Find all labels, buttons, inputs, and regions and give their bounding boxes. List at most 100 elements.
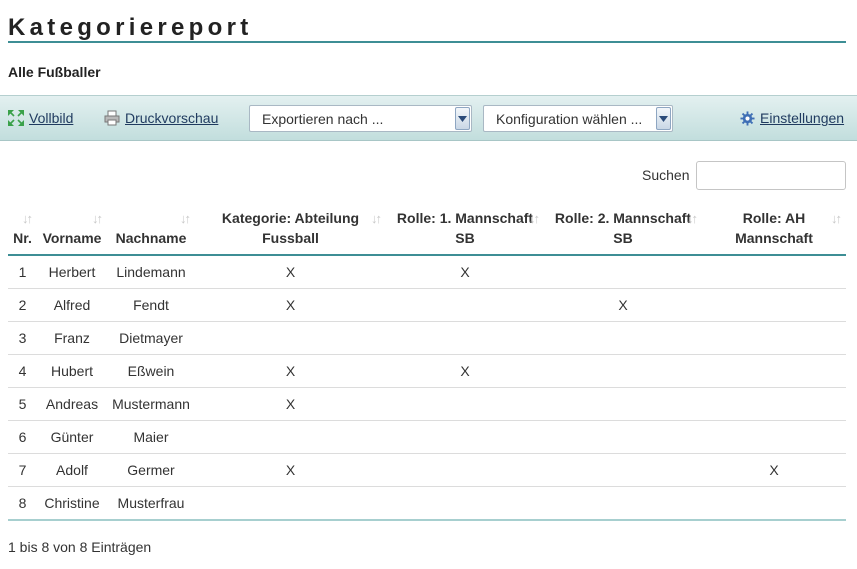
cell-nr: 3 [8, 321, 37, 355]
cell-rolle-ah [702, 420, 846, 454]
cell-rolle-1 [386, 387, 544, 421]
table-info: 1 bis 8 von 8 Einträgen [8, 539, 152, 555]
expand-arrows-icon [8, 110, 24, 126]
cell-nachname: Eßwein [107, 354, 195, 388]
column-header-rolle-ah-mannschaft[interactable]: ↓↑ Rolle: AH Mannschaft [702, 204, 846, 256]
cell-rolle-ah [702, 255, 846, 289]
cell-vorname: Adolf [37, 453, 107, 487]
table-row: 6 Günter Maier [8, 420, 846, 454]
column-header-rolle-1-mannschaft[interactable]: ↓↑ Rolle: 1. Mannschaft SB [386, 204, 544, 256]
cell-nr: 1 [8, 255, 37, 289]
search-input[interactable] [696, 161, 846, 190]
cell-rolle-1 [386, 288, 544, 322]
cell-kategorie: X [195, 288, 386, 322]
cell-kategorie [195, 321, 386, 355]
cell-nr: 8 [8, 486, 37, 521]
sort-arrows-icon: ↓↑ [529, 211, 540, 226]
config-select-value: Konfiguration wählen ... [496, 110, 643, 127]
cell-nachname: Mustermann [107, 387, 195, 421]
table-row: 1 Herbert Lindemann X X [8, 255, 846, 289]
cell-rolle-ah: X [702, 453, 846, 487]
column-header-nachname[interactable]: ↓↑ Nachname [107, 204, 195, 256]
fullscreen-link[interactable]: Vollbild [8, 109, 73, 127]
cell-rolle-2 [544, 486, 702, 521]
cell-rolle-ah [702, 288, 846, 322]
cell-rolle-2 [544, 354, 702, 388]
cell-rolle-2: X [544, 288, 702, 322]
cell-vorname: Hubert [37, 354, 107, 388]
chevron-down-icon[interactable] [656, 107, 671, 130]
cell-rolle-2 [544, 453, 702, 487]
cell-nachname: Dietmayer [107, 321, 195, 355]
cell-nachname: Lindemann [107, 255, 195, 289]
print-preview-link[interactable]: Druckvorschau [104, 109, 218, 127]
column-header-rolle-2-mannschaft[interactable]: ↓↑ Rolle: 2. Mannschaft SB [544, 204, 702, 256]
cell-rolle-1 [386, 420, 544, 454]
cell-rolle-1 [386, 486, 544, 521]
gear-icon [740, 110, 755, 126]
cell-vorname: Christine [37, 486, 107, 521]
table-row: 4 Hubert Eßwein X X [8, 354, 846, 388]
page-title: Kategoriereport [8, 14, 253, 41]
cell-vorname: Herbert [37, 255, 107, 289]
cell-rolle-1 [386, 453, 544, 487]
settings-label: Einstellungen [760, 110, 845, 126]
table-row: 8 Christine Musterfrau [8, 486, 846, 521]
cell-rolle-ah [702, 387, 846, 421]
cell-kategorie: X [195, 387, 386, 421]
toolbar: Vollbild Druckvorschau Exportieren nach … [0, 95, 857, 141]
table-header-row: ↓↑ Nr. ↓↑ Vorname ↓↑ Nachname ↓↑ Kategorie: … [8, 204, 846, 256]
table-row: 2 Alfred Fendt X X [8, 288, 846, 322]
sort-arrows-icon: ↓↑ [92, 211, 103, 226]
sort-arrows-icon: ↓↑ [371, 211, 382, 226]
cell-nachname: Musterfrau [107, 486, 195, 521]
settings-link[interactable]: Einstellungen [740, 109, 844, 127]
sort-arrows-icon: ↓↑ [831, 211, 842, 226]
column-header-nr[interactable]: ↓↑ Nr. [8, 204, 37, 256]
cell-rolle-ah [702, 486, 846, 521]
cell-rolle-2 [544, 387, 702, 421]
table-row: 7 Adolf Germer X X [8, 453, 846, 487]
search-label: Suchen [642, 167, 690, 183]
cell-nr: 2 [8, 288, 37, 322]
table-row: 5 Andreas Mustermann X [8, 387, 846, 421]
cell-vorname: Franz [37, 321, 107, 355]
cell-nachname: Fendt [107, 288, 195, 322]
print-preview-label: Druckvorschau [125, 110, 219, 126]
cell-kategorie [195, 486, 386, 521]
cell-nr: 6 [8, 420, 37, 454]
cell-nr: 5 [8, 387, 37, 421]
cell-rolle-1: X [386, 255, 544, 289]
sort-arrows-icon: ↓↑ [687, 211, 698, 226]
cell-nachname: Maier [107, 420, 195, 454]
cell-kategorie: X [195, 255, 386, 289]
cell-rolle-1: X [386, 354, 544, 388]
cell-rolle-2 [544, 321, 702, 355]
chevron-down-icon[interactable] [455, 107, 470, 130]
column-header-vorname[interactable]: ↓↑ Vorname [37, 204, 107, 256]
cell-rolle-ah [702, 321, 846, 355]
table-row: 3 Franz Dietmayer [8, 321, 846, 355]
printer-icon [104, 110, 120, 126]
cell-rolle-ah [702, 354, 846, 388]
cell-kategorie [195, 420, 386, 454]
cell-nr: 7 [8, 453, 37, 487]
sort-arrows-icon: ↓↑ [22, 211, 33, 226]
cell-nr: 4 [8, 354, 37, 388]
cell-vorname: Günter [37, 420, 107, 454]
cell-vorname: Andreas [37, 387, 107, 421]
export-select-value: Exportieren nach ... [262, 110, 384, 127]
report-subtitle: Alle Fußballer [8, 64, 101, 80]
export-select[interactable]: Exportieren nach ... [249, 105, 472, 132]
cell-nachname: Germer [107, 453, 195, 487]
cell-rolle-1 [386, 321, 544, 355]
cell-rolle-2 [544, 420, 702, 454]
cell-kategorie: X [195, 354, 386, 388]
report-table: ↓↑ Nr. ↓↑ Vorname ↓↑ Nachname ↓↑ Kategorie: … [8, 204, 846, 521]
cell-kategorie: X [195, 453, 386, 487]
cell-rolle-2 [544, 255, 702, 289]
cell-vorname: Alfred [37, 288, 107, 322]
fullscreen-label: Vollbild [29, 110, 74, 126]
column-header-kategorie-fussball[interactable]: ↓↑ Kategorie: Abteilung Fussball [195, 204, 386, 256]
config-select[interactable]: Konfiguration wählen ... [483, 105, 673, 132]
